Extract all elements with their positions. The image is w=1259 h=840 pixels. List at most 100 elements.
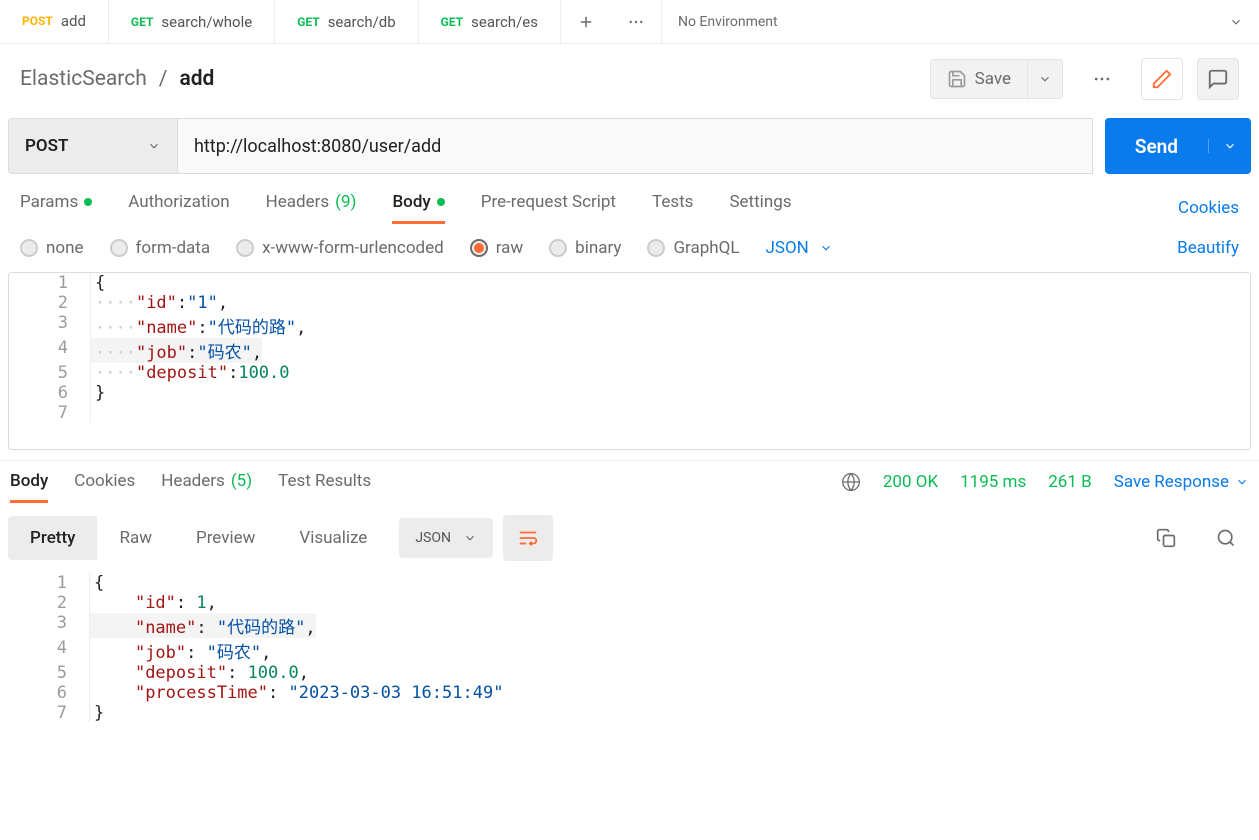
send-button[interactable]: Send [1105, 135, 1208, 158]
top-tabs: POST add GET search/whole GET search/db … [0, 0, 1259, 44]
radio-icon [470, 239, 488, 257]
tab-params[interactable]: Params [20, 192, 92, 224]
view-preview[interactable]: Preview [174, 516, 277, 560]
new-tab-button[interactable] [561, 13, 611, 31]
view-visualize[interactable]: Visualize [277, 516, 389, 560]
resp-tab-test-results[interactable]: Test Results [278, 471, 371, 503]
environment-selector[interactable]: No Environment [661, 0, 1259, 43]
copy-icon [1156, 528, 1176, 548]
save-dropdown[interactable] [1027, 60, 1062, 98]
tab-prerequest[interactable]: Pre-request Script [481, 192, 616, 224]
environment-label: No Environment [678, 14, 778, 30]
send-dropdown[interactable] [1208, 139, 1251, 153]
chevron-down-icon [1229, 15, 1243, 29]
search-response-button[interactable] [1201, 528, 1251, 548]
comment-button[interactable] [1197, 58, 1239, 100]
response-tabs: Body Cookies Headers(5) Test Results 200… [0, 460, 1259, 503]
tab-label: search/es [471, 13, 538, 31]
edit-button[interactable] [1141, 58, 1183, 100]
response-toolbar: Pretty Raw Preview Visualize JSON [0, 503, 1259, 573]
response-format-select[interactable]: JSON [399, 518, 493, 558]
radio-none[interactable]: none [20, 238, 84, 258]
save-button[interactable]: Save [931, 69, 1027, 89]
radio-icon [647, 239, 665, 257]
response-size: 261 B [1048, 472, 1091, 492]
breadcrumb-collection[interactable]: ElasticSearch [20, 67, 147, 91]
tab-headers[interactable]: Headers(9) [266, 192, 357, 224]
breadcrumb-sep: / [159, 67, 168, 91]
radio-raw[interactable]: raw [470, 238, 523, 258]
view-pretty[interactable]: Pretty [8, 516, 97, 560]
resp-tab-body[interactable]: Body [10, 471, 48, 503]
method-select[interactable]: POST [8, 118, 178, 174]
comment-icon [1207, 68, 1229, 90]
response-body-editor[interactable]: 1{ 2 "id": 1, 3 "name": "代码的路", 4 "job":… [0, 573, 1259, 723]
dot-icon [437, 198, 445, 206]
response-meta: 200 OK 1195 ms 261 B Save Response [841, 472, 1249, 502]
radio-icon [236, 239, 254, 257]
tab-actions [561, 0, 661, 43]
cookies-link[interactable]: Cookies [1178, 198, 1239, 218]
tab-search-es[interactable]: GET search/es [419, 0, 561, 43]
url-value: http://localhost:8080/user/add [194, 136, 441, 157]
tab-search-db[interactable]: GET search/db [275, 0, 418, 43]
body-type-row: none form-data x-www-form-urlencoded raw… [0, 224, 1259, 272]
url-row: POST http://localhost:8080/user/add Send [0, 118, 1259, 174]
tab-authorization[interactable]: Authorization [128, 192, 229, 224]
chevron-down-icon [1223, 139, 1237, 153]
radio-form-data[interactable]: form-data [110, 238, 211, 258]
radio-icon [549, 239, 567, 257]
view-mode-segmented: Pretty Raw Preview Visualize [8, 516, 389, 560]
status-code: 200 OK [883, 472, 938, 492]
save-label: Save [975, 69, 1011, 89]
url-input[interactable]: http://localhost:8080/user/add [178, 118, 1093, 174]
tab-tests[interactable]: Tests [652, 192, 693, 224]
radio-graphql[interactable]: GraphQL [647, 238, 739, 258]
method-badge: GET [131, 15, 153, 29]
save-button-group: Save [930, 59, 1063, 99]
send-button-group: Send [1105, 118, 1251, 174]
tab-label: search/db [328, 13, 396, 31]
tab-label: search/whole [161, 13, 252, 31]
more-actions-button[interactable] [1077, 69, 1127, 89]
method-badge: POST [22, 14, 53, 28]
view-raw[interactable]: Raw [97, 516, 174, 560]
chevron-down-icon [819, 241, 833, 255]
copy-response-button[interactable] [1141, 528, 1191, 548]
chevron-down-icon [147, 139, 161, 153]
tab-settings[interactable]: Settings [729, 192, 791, 224]
header-actions: Save [930, 58, 1239, 100]
request-body-editor[interactable]: 1{ 2····"id":"1", 3····"name":"代码的路", 4·… [8, 272, 1251, 450]
save-response-button[interactable]: Save Response [1114, 472, 1249, 492]
radio-binary[interactable]: binary [549, 238, 621, 258]
beautify-button[interactable]: Beautify [1177, 238, 1239, 258]
chevron-down-icon [463, 531, 477, 545]
pencil-icon [1151, 68, 1173, 90]
wrap-lines-button[interactable] [503, 515, 553, 561]
save-icon [947, 69, 967, 89]
resp-tab-headers[interactable]: Headers(5) [161, 471, 252, 503]
body-format-select[interactable]: JSON [765, 238, 832, 258]
radio-icon [110, 239, 128, 257]
globe-icon[interactable] [841, 472, 861, 492]
chevron-down-icon [1235, 475, 1249, 489]
tab-add[interactable]: POST add [0, 0, 109, 43]
response-time: 1195 ms [960, 472, 1026, 492]
breadcrumb: ElasticSearch / add [20, 67, 214, 91]
radio-icon [20, 239, 38, 257]
chevron-down-icon [1038, 72, 1052, 86]
request-tabs: Params Authorization Headers(9) Body Pre… [0, 174, 1259, 224]
dot-icon [84, 198, 92, 206]
radio-xwww[interactable]: x-www-form-urlencoded [236, 238, 444, 258]
method-badge: GET [297, 15, 319, 29]
resp-tab-cookies[interactable]: Cookies [74, 471, 135, 503]
wrap-icon [517, 527, 539, 549]
method-badge: GET [441, 15, 463, 29]
more-tabs-button[interactable] [611, 13, 661, 31]
tab-search-whole[interactable]: GET search/whole [109, 0, 275, 43]
tab-label: add [61, 12, 86, 30]
search-icon [1216, 528, 1236, 548]
tab-body[interactable]: Body [392, 192, 444, 224]
request-header: ElasticSearch / add Save [0, 44, 1259, 114]
breadcrumb-name: add [179, 67, 214, 91]
